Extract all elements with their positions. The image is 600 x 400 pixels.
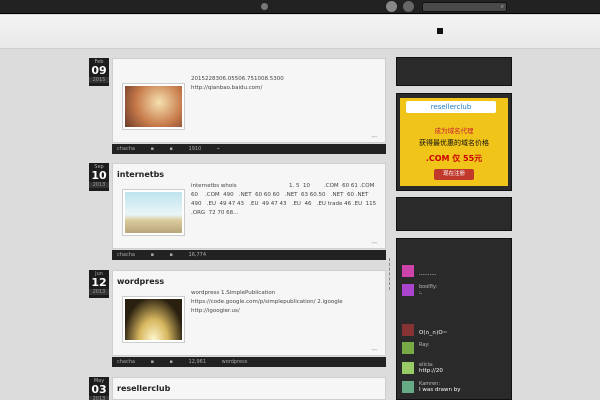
meta-views: 16,774 [188,252,207,258]
comment-icon: ▪ [169,252,173,258]
post-meta: chacha ▪ ▪ 12,961 wordpress [112,357,386,367]
date-day: 03 [91,383,107,396]
comment-text: I was drawn by [419,387,461,393]
date-day: 09 [91,64,107,77]
comment-item[interactable]: Kamren: I was drawn by [402,381,508,393]
folder-icon: ▪ [150,146,154,152]
comment-item[interactable]: Ray: [402,342,508,354]
meta-views: 1910 [188,146,202,152]
site-header [0,15,600,49]
rss-icon[interactable] [403,1,414,12]
post-card: wordpress wordpress 1.SimplePublication … [112,270,386,356]
post-title[interactable]: internetbs [117,170,164,179]
date-day: 12 [91,276,107,289]
ad-banner[interactable]: resellerclub 成为域名代理 获得最优惠的域名价格 .COM 仅 55… [400,98,508,186]
ad-register-button[interactable]: 现在注册 [434,169,474,180]
post-card: 2015228306.05506.751008.5300 http://qian… [112,58,386,143]
folder-icon: ▪ [150,252,154,258]
meta-author[interactable]: chacha [117,146,135,152]
comment-text: http://20 [419,368,443,374]
sidebar-widget [396,197,512,231]
link-icon[interactable]: ⌁ [217,146,220,152]
post-date: Feb 09 2015 [89,58,109,86]
post-card: resellerclub [112,377,386,400]
meta-author[interactable]: chacha [117,252,135,258]
gear-icon[interactable] [261,3,268,10]
post-excerpt: 2015228306.05506.751008.5300 http://qian… [191,76,284,91]
date-day: 10 [91,169,107,182]
user-icon[interactable] [386,1,397,12]
post-thumbnail[interactable] [122,189,185,236]
search-box[interactable]: ⌕ [422,2,507,12]
comment-text: :. [419,290,423,296]
sidebar-widget [396,57,512,86]
ad-brand: resellerclub [406,101,496,113]
post-title[interactable]: resellerclub [117,384,170,393]
recent-comments-widget [396,238,512,400]
logo-icon[interactable] [437,28,443,34]
avatar [402,362,414,374]
avatar [402,342,414,354]
ad-line2: 获得最优惠的域名价格 [419,139,489,147]
post-meta: chacha ▪ ▪ 1910 ⌁ [112,144,386,154]
comment-icon: ▪ [169,359,173,365]
comment-item[interactable]: elicia: http://20 [402,362,508,374]
search-input[interactable] [423,3,495,11]
post-date: Jun 12 2013 [89,270,109,298]
comment-item[interactable]: .......... [402,265,508,277]
date-year: 2013 [89,182,109,188]
comment-text: O(∩_∩)O~ [419,330,448,336]
post-thumbnail[interactable] [122,83,185,130]
read-more-link[interactable]: ━━━ [372,241,377,245]
date-year: 2013 [89,396,109,400]
post-excerpt: internetbs whois 1. 5 10 .COM 60 61 .COM… [191,183,381,216]
scroll-indicator[interactable] [389,258,392,290]
folder-icon: ▪ [150,359,154,365]
avatar [402,381,414,393]
comment-author: Ray: [419,342,430,348]
meta-author[interactable]: chacha [117,359,135,365]
search-icon[interactable]: ⌕ [501,3,504,11]
comment-item[interactable]: O(∩_∩)O~ [402,324,508,336]
comment-icon: ▪ [169,146,173,152]
meta-views: 12,961 [188,359,207,365]
comment-item[interactable]: boolfly: :. [402,284,508,296]
ad-line1: 成为域名代理 [434,127,474,135]
comment-text: .......... [419,271,437,277]
top-bar: ⌕ [0,0,600,14]
date-year: 2015 [89,77,109,83]
avatar [402,324,414,336]
meta-tag[interactable]: wordpress [222,359,248,365]
post-meta: chacha ▪ ▪ 16,774 [112,250,386,260]
post-date: May 03 2013 [89,377,109,400]
post-excerpt: wordpress 1.SimplePublication https://co… [191,290,343,314]
read-more-link[interactable]: ━━━ [372,348,377,352]
post-date: Sep 10 2013 [89,163,109,191]
date-year: 2013 [89,289,109,295]
read-more-link[interactable]: ━━━ [372,135,377,139]
post-card: internetbs internetbs whois 1. 5 10 .COM… [112,163,386,249]
avatar [402,265,414,277]
post-title[interactable]: wordpress [117,277,164,286]
avatar [402,284,414,296]
ad-line3: .COM 仅 55元 [425,154,483,163]
post-thumbnail[interactable] [122,296,185,343]
